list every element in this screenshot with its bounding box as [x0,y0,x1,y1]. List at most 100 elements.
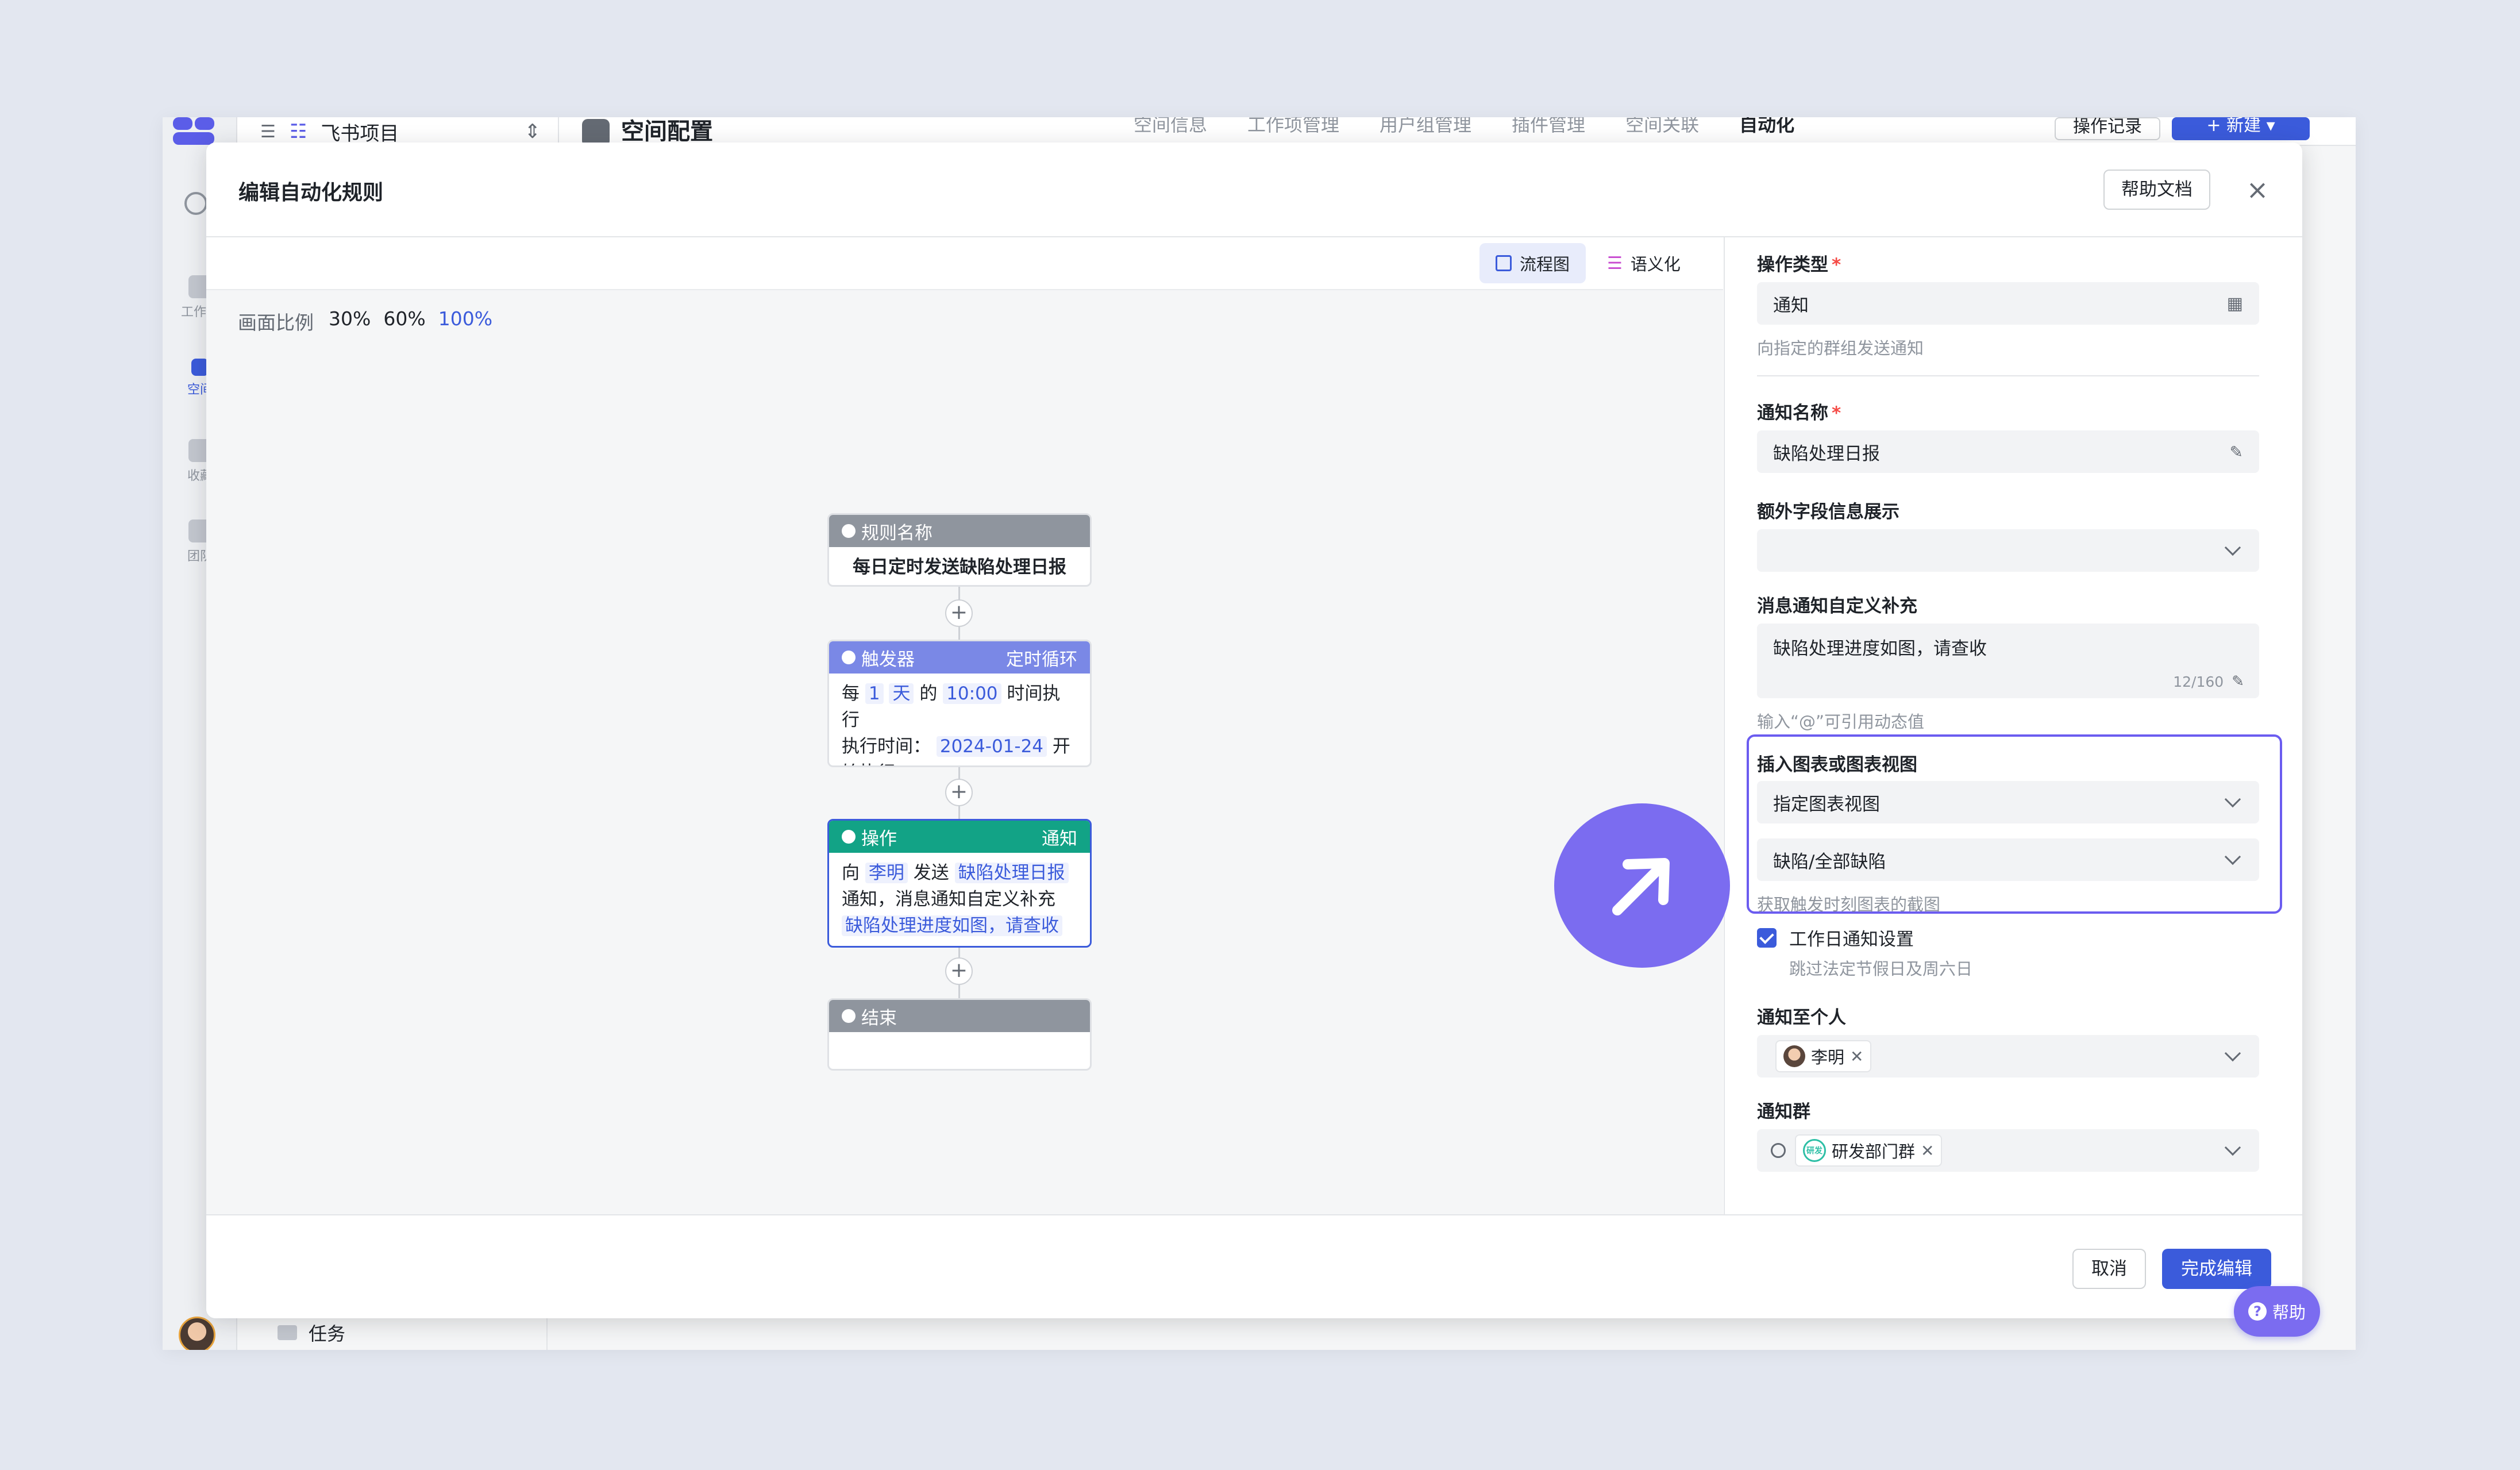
node-title: 规则名称 [861,522,933,544]
node-header: 规则名称 [829,515,1090,547]
trigger-node[interactable]: 触发器 定时循环 每 1 天 的 10:00 时间执行 执行时间： 2024-0… [827,640,1092,767]
group-select-content: 研发 研发部门群 ✕ [1771,1134,1943,1167]
project-icon: ☷ [289,120,307,143]
project-switcher[interactable]: ☰ ☷ 飞书项目 ⇕ [249,117,559,146]
canvas-toolbar: 流程图 ☰ 语义化 [206,237,1723,290]
label-text: 通知名称 [1757,403,1828,424]
node-body: 每日定时发送缺陷处理日报 [853,557,1066,578]
tab-space-info[interactable]: 空间信息 [1134,117,1207,137]
extra-fields-select[interactable] [1757,529,2259,572]
tab-plugin[interactable]: 插件管理 [1512,117,1585,137]
tab-automation[interactable]: 自动化 [1739,117,1794,137]
arrow-up-right-icon [1554,803,1730,968]
folder-icon [278,1325,297,1340]
value-chip: 天 [889,683,914,704]
view-flow-label: 流程图 [1520,255,1570,274]
action-type-label: 操作类型 * [1757,255,1841,275]
custom-msg-textarea[interactable]: 缺陷处理进度如图，请查收 12/160 ✎ [1757,624,2259,698]
group-tag: 研发 研发部门群 ✕ [1795,1134,1943,1167]
workday-label: 工作日通知设置 [1789,929,1914,950]
chevron-down-icon [2224,1045,2241,1062]
zoom-60[interactable]: 60% [383,307,425,335]
help-icon: ? [2248,1302,2267,1321]
chart-hint: 获取触发时刻图表的截图 [1757,895,1941,914]
notify-name-input[interactable]: 缺陷处理日报 ✎ [1757,430,2259,473]
text: 通知，消息通知自定义补充 [842,889,1055,910]
close-icon[interactable]: × [2240,172,2275,207]
modal-footer: 取消 完成编辑 [206,1214,2302,1318]
end-node[interactable]: 结束 [827,998,1092,1071]
select-value: 指定图表视图 [1773,794,1880,815]
user-avatar[interactable] [179,1317,215,1350]
add-step-button[interactable]: + [945,599,973,627]
node-tag: 通知 [1042,828,1077,849]
label-text: 操作类型 [1757,255,1828,275]
counter-text: 12/160 [2173,673,2224,690]
bottom-folder-item[interactable]: 任务 [237,1315,548,1350]
add-step-button[interactable]: + [945,957,973,985]
app-logo [173,117,219,146]
rule-name-node[interactable]: 规则名称 每日定时发送缺陷处理日报 [827,513,1092,587]
chart-label: 插入图表或图表视图 [1757,755,1917,775]
node-title: 结束 [861,1007,897,1029]
tag-label: 研发部门群 [1832,1142,1916,1161]
view-flow-button[interactable]: 流程图 [1479,243,1586,283]
dynamic-value-icon[interactable]: ✎ [2232,673,2244,690]
dynamic-value-icon[interactable]: ✎ [2230,442,2243,461]
tab-relation[interactable]: 空间关联 [1625,117,1699,137]
tab-workitem[interactable]: 工作项管理 [1247,117,1339,137]
workday-hint: 跳过法定节假日及周六日 [1789,959,1973,979]
help-float-button[interactable]: ? 帮助 [2234,1286,2320,1337]
zoom-label: 画面比例 [238,311,314,334]
finish-edit-button[interactable]: 完成编辑 [2162,1249,2271,1289]
add-step-button[interactable]: + [945,779,973,806]
zoom-100[interactable]: 100% [438,307,492,335]
node-header: 操作 通知 [829,821,1090,853]
action-type-select[interactable]: 通知 ▦ [1757,282,2259,325]
chevron-down-icon [2224,791,2241,808]
custom-msg-hint: 输入“@”可引用动态值 [1757,712,1925,732]
select-value: 通知 [1773,295,1809,316]
flowchart-icon [1496,255,1512,271]
text: 发送 [913,863,949,883]
text: 的 [919,683,938,704]
text: 向 [842,863,860,883]
text: 执行时间： [842,736,931,757]
chart-select-view[interactable]: 缺陷/全部缺陷 [1757,838,2259,881]
modal-title: 编辑自动化规则 [238,181,384,205]
value-chip: 李明 [865,863,908,883]
cancel-button[interactable]: 取消 [2072,1249,2146,1289]
flow-canvas: 流程图 ☰ 语义化 画面比例 30% 60% 100% 规则名称 每日定时发送缺… [206,237,1723,1214]
divider [1757,375,2259,376]
text: 每 [842,683,860,704]
search-icon [1771,1143,1786,1158]
remove-tag-icon[interactable]: ✕ [1921,1141,1934,1160]
view-semantic-label: 语义化 [1630,255,1681,274]
action-icon [842,830,856,844]
notify-group-select[interactable]: 研发 研发部门群 ✕ [1757,1129,2259,1172]
workday-checkbox[interactable] [1757,928,1777,948]
remove-tag-icon[interactable]: ✕ [1850,1047,1863,1066]
textarea-value: 缺陷处理进度如图，请查收 [1773,638,1987,659]
chart-select-type[interactable]: 指定图表视图 [1757,781,2259,823]
collapse-icon[interactable]: ☰ [260,122,276,142]
zoom-30[interactable]: 30% [329,307,371,335]
action-node[interactable]: 操作 通知 向 李明 发送 缺陷处理日报 通知，消息通知自定义补充 缺陷处理进度… [827,819,1092,948]
stop-icon [842,1009,856,1023]
value-chip: 10:00 [943,683,1001,704]
notify-person-select[interactable]: 李明 ✕ [1757,1035,2259,1078]
new-button[interactable]: + 新建 ▾ [2172,117,2310,140]
node-header: 结束 [829,1000,1090,1032]
app-tabs: 空间信息 工作项管理 用户组管理 插件管理 空间关联 自动化 [1134,117,1794,137]
help-doc-button[interactable]: 帮助文档 [2103,170,2210,210]
list-icon: ☰ [1607,253,1623,274]
notify-group-label: 通知群 [1757,1102,1810,1122]
help-label: 帮助 [2272,1303,2306,1322]
node-title: 触发器 [861,649,915,670]
operation-log-button[interactable]: 操作记录 [2055,117,2160,140]
folder-label: 任务 [309,1323,346,1345]
workday-checkbox-row[interactable]: 工作日通知设置 [1757,925,1914,951]
view-semantic-button[interactable]: ☰ 语义化 [1591,243,1697,283]
search-icon[interactable] [184,192,207,215]
tab-usergroup[interactable]: 用户组管理 [1380,117,1471,137]
